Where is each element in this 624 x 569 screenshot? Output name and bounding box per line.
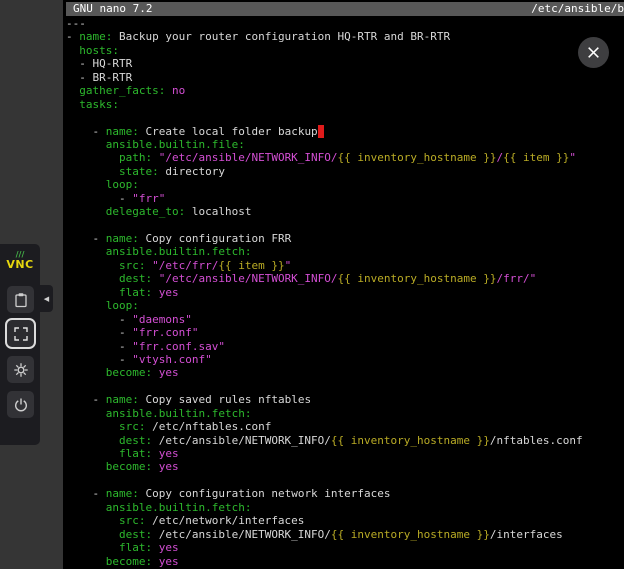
nano-titlebar: GNU nano 7.2 /etc/ansible/b: [66, 2, 624, 16]
code-line[interactable]: - "frr.conf": [66, 326, 624, 339]
gear-icon: [13, 362, 29, 378]
nano-app-title: GNU nano 7.2: [73, 2, 152, 16]
code-line[interactable]: - "vtysh.conf": [66, 353, 624, 366]
vnc-viewport: { "nano_header": { "app_title": "GNU nan…: [0, 0, 624, 569]
code-line[interactable]: dest: "/etc/ansible/NETWORK_INFO/{{ inve…: [66, 272, 624, 285]
text-cursor: [318, 125, 325, 138]
code-line[interactable]: - "daemons": [66, 313, 624, 326]
vnc-control-bar: /// VNC: [0, 244, 40, 445]
code-line[interactable]: src: "/etc/frr/{{ item }}": [66, 259, 624, 272]
code-line[interactable]: loop:: [66, 178, 624, 191]
code-line[interactable]: gather_facts: no: [66, 84, 624, 97]
code-line[interactable]: dest: /etc/ansible/NETWORK_INFO/{{ inven…: [66, 434, 624, 447]
code-line[interactable]: ansible.builtin.fetch:: [66, 407, 624, 420]
code-line[interactable]: - HQ-RTR: [66, 57, 624, 70]
fullscreen-icon: [13, 326, 29, 342]
code-line[interactable]: - name: Copy configuration network inter…: [66, 487, 624, 500]
code-line[interactable]: - "frr": [66, 192, 624, 205]
code-line[interactable]: ansible.builtin.file:: [66, 138, 624, 151]
code-line[interactable]: dest: /etc/ansible/NETWORK_INFO/{{ inven…: [66, 528, 624, 541]
code-line[interactable]: tasks:: [66, 98, 624, 111]
code-line[interactable]: delegate_to: localhost: [66, 205, 624, 218]
code-line[interactable]: - BR-RTR: [66, 71, 624, 84]
code-line[interactable]: src: /etc/network/interfaces: [66, 514, 624, 527]
code-line[interactable]: ansible.builtin.fetch:: [66, 501, 624, 514]
code-line[interactable]: become: yes: [66, 555, 624, 568]
code-line[interactable]: [66, 219, 624, 232]
code-line[interactable]: path: "/etc/ansible/NETWORK_INFO/{{ inve…: [66, 151, 624, 164]
fullscreen-button[interactable]: [7, 320, 34, 347]
clipboard-icon: [13, 292, 29, 308]
code-line[interactable]: ansible.builtin.fetch:: [66, 245, 624, 258]
code-line[interactable]: ---: [66, 17, 624, 30]
code-line[interactable]: [66, 111, 624, 124]
code-line[interactable]: [66, 474, 624, 487]
code-line[interactable]: - "frr.conf.sav": [66, 340, 624, 353]
code-line[interactable]: - name: Copy configuration FRR: [66, 232, 624, 245]
code-line[interactable]: state: directory: [66, 165, 624, 178]
clipboard-button[interactable]: [7, 286, 34, 313]
code-line[interactable]: flat: yes: [66, 286, 624, 299]
vnc-logo: /// VNC: [0, 251, 40, 271]
code-line[interactable]: flat: yes: [66, 447, 624, 460]
settings-button[interactable]: [7, 356, 34, 383]
nano-editor[interactable]: ---- name: Backup your router configurat…: [66, 17, 624, 569]
code-line[interactable]: src: /etc/nftables.conf: [66, 420, 624, 433]
power-icon: [13, 397, 29, 413]
control-bar-handle[interactable]: ◀: [40, 285, 53, 312]
close-icon: [586, 45, 601, 60]
terminal-window: GNU nano 7.2 /etc/ansible/b ---- name: B…: [63, 0, 624, 569]
vnc-logo-text: VNC: [0, 259, 40, 271]
code-line[interactable]: [66, 380, 624, 393]
code-line[interactable]: hosts:: [66, 44, 624, 57]
code-line[interactable]: - name: Backup your router configuration…: [66, 30, 624, 43]
code-line[interactable]: loop:: [66, 299, 624, 312]
code-line[interactable]: flat: yes: [66, 541, 624, 554]
code-line[interactable]: - name: Copy saved rules nftables: [66, 393, 624, 406]
nano-file-path: /etc/ansible/b: [531, 2, 624, 16]
collapse-arrow-icon: ◀: [44, 295, 49, 303]
code-line[interactable]: become: yes: [66, 366, 624, 379]
code-line[interactable]: become: yes: [66, 460, 624, 473]
close-button[interactable]: [578, 37, 609, 68]
code-line[interactable]: - name: Create local folder backup: [66, 125, 624, 138]
power-button[interactable]: [7, 391, 34, 418]
